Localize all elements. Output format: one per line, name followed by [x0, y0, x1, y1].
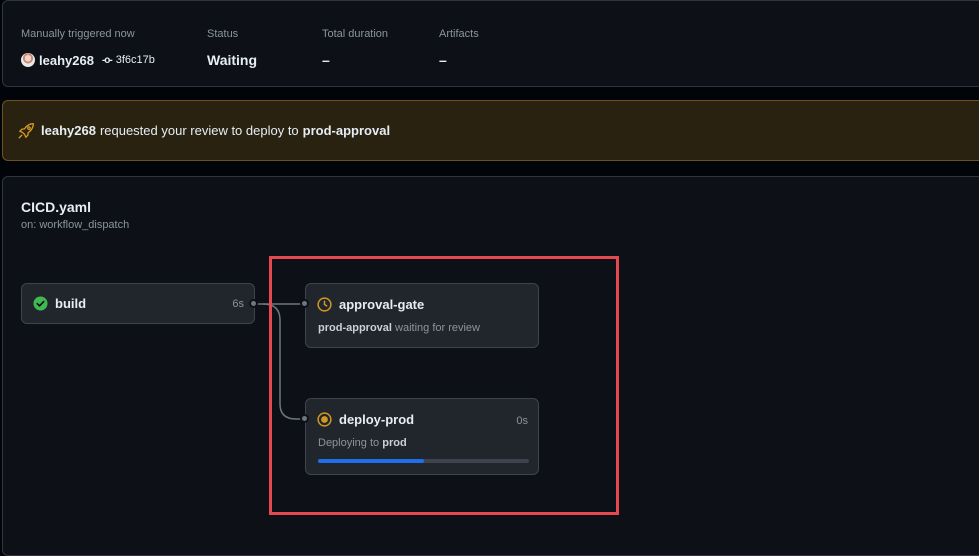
deploy-progress-bar [318, 459, 529, 463]
user-link[interactable]: leahy268 [39, 53, 94, 68]
job-build[interactable]: build 6s [21, 283, 255, 324]
commit-sha-link[interactable]: 3f6c17b [116, 54, 155, 66]
banner-text: requested your review to deploy to [99, 123, 299, 138]
duration-label: Total duration [322, 28, 389, 40]
workflow-trigger: on: workflow_dispatch [21, 219, 130, 231]
status-label: Status [207, 28, 239, 40]
trigger-info: leahy268 -o- 3f6c17b [21, 51, 155, 69]
workflow-graph-panel: CICD.yaml on: workflow_dispatch [2, 176, 979, 556]
job-approval-gate[interactable]: approval-gate prod-approval waiting for … [305, 283, 539, 348]
workflow-file-name[interactable]: CICD.yaml [21, 199, 91, 215]
job-deploy-prod-duration: 0s [516, 415, 528, 427]
artifacts-value: – [439, 52, 447, 68]
trigger-label: Manually triggered now [21, 28, 135, 40]
approval-gate-input-port [300, 299, 309, 308]
review-request-banner[interactable]: leahy268 requested your review to deploy… [2, 100, 979, 161]
artifacts-column: Artifacts – [439, 28, 479, 69]
job-approval-gate-header: approval-gate [317, 297, 424, 312]
deploy-prod-env: prod [382, 437, 407, 449]
job-build-header: build [33, 296, 86, 311]
duration-column: Total duration – [322, 28, 388, 69]
banner-environment[interactable]: prod-approval [303, 123, 390, 138]
status-column: Status Waiting [207, 28, 257, 69]
rocket-icon [18, 122, 34, 138]
deploy-prod-input-port [300, 414, 309, 423]
in-progress-icon [317, 412, 332, 427]
job-build-duration: 6s [232, 298, 244, 310]
trigger-column: Manually triggered now leahy268 -o- 3f6c… [21, 28, 155, 69]
commit-icon: -o- [101, 54, 113, 66]
clock-icon [317, 297, 332, 312]
check-circle-icon [33, 296, 48, 311]
job-build-name: build [55, 296, 87, 311]
job-approval-gate-name: approval-gate [339, 297, 425, 312]
avatar[interactable] [21, 53, 35, 67]
job-deploy-prod-status: Deploying to prod [318, 437, 407, 449]
approval-gate-env: prod-approval [318, 322, 392, 334]
duration-value: – [322, 52, 330, 68]
job-deploy-prod[interactable]: deploy-prod 0s Deploying to prod [305, 398, 539, 475]
deploy-prod-status-text: Deploying to [318, 437, 380, 449]
job-approval-gate-status: prod-approval waiting for review [318, 322, 480, 334]
job-deploy-prod-header: deploy-prod [317, 412, 414, 427]
artifacts-label: Artifacts [439, 28, 479, 40]
deploy-progress-fill [318, 459, 424, 463]
status-value: Waiting [207, 52, 258, 68]
approval-gate-status-text: waiting for review [395, 322, 480, 334]
banner-user[interactable]: leahy268 [41, 123, 96, 138]
build-output-port [249, 299, 258, 308]
run-summary-panel: Manually triggered now leahy268 -o- 3f6c… [2, 0, 979, 87]
job-deploy-prod-name: deploy-prod [339, 412, 415, 427]
